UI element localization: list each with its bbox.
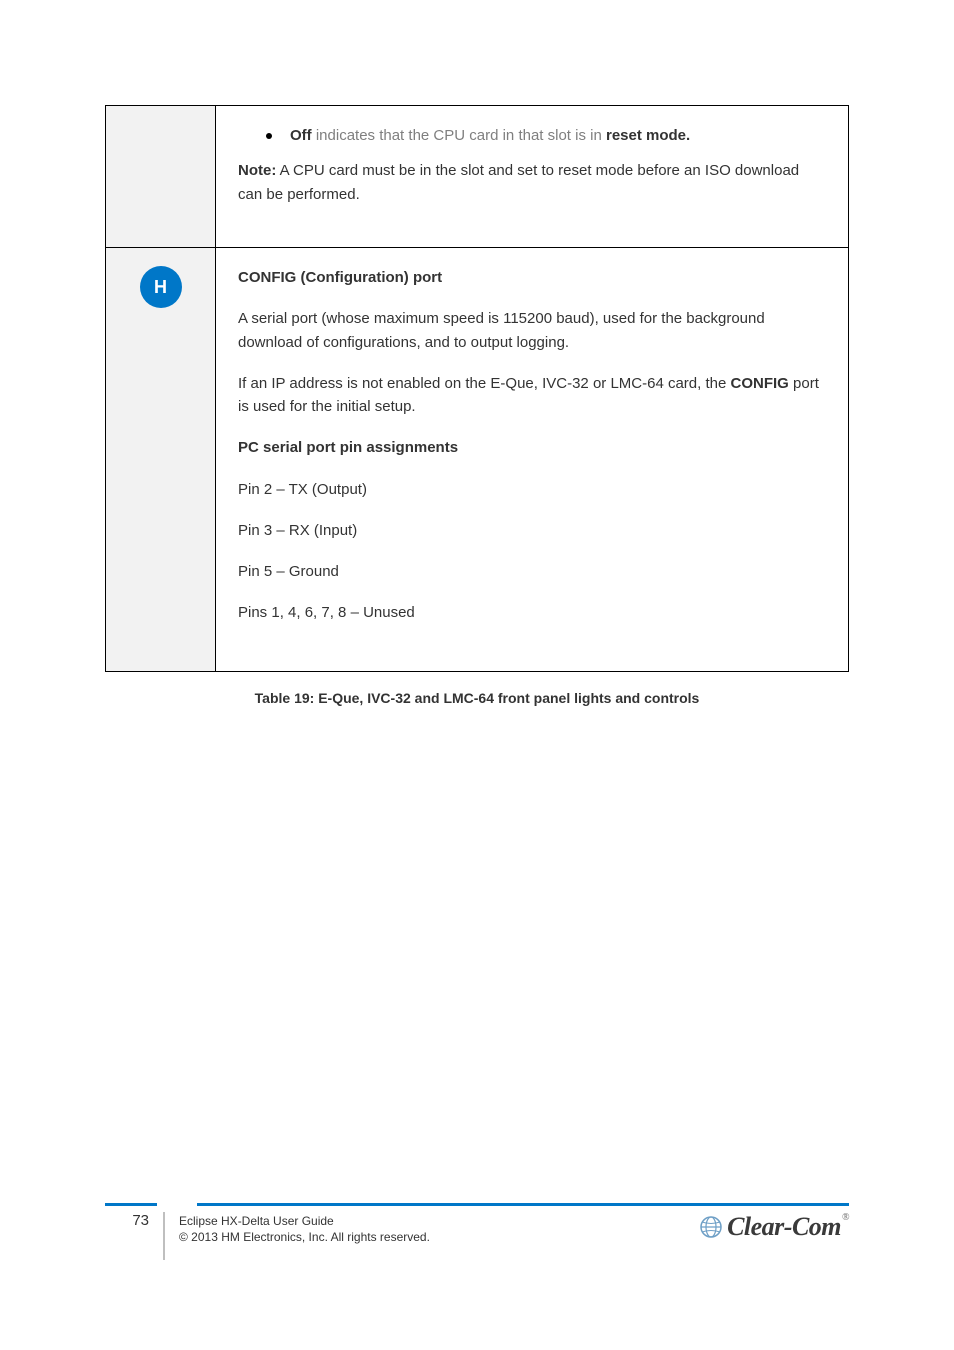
config-heading: CONFIG (Configuration) port <box>238 266 826 289</box>
bullet-dot-icon <box>266 133 272 139</box>
bullet-gray: indicates that the CPU card in that slot… <box>312 127 606 144</box>
config-p1: A serial port (whose maximum speed is 11… <box>238 307 826 354</box>
footer-rule-left <box>105 1203 157 1206</box>
footer-divider <box>163 1212 165 1260</box>
p2-pre: If an IP address is not enabled on the E… <box>238 375 731 392</box>
registered-mark-icon: ® <box>842 1212 849 1223</box>
footer-line1: Eclipse HX-Delta User Guide <box>179 1214 334 1228</box>
logo-wordmark: Clear-Com® <box>727 1212 849 1242</box>
note-text: A CPU card must be in the slot and set t… <box>238 162 799 202</box>
pin5-line: Pin 5 – Ground <box>238 560 826 583</box>
bullet-text: Off indicates that the CPU card in that … <box>290 124 826 147</box>
footer-credits: Eclipse HX-Delta User Guide © 2013 HM El… <box>179 1212 699 1245</box>
note-label: Note: <box>238 162 276 179</box>
footer-line2: © 2013 HM Electronics, Inc. All rights r… <box>179 1230 430 1244</box>
pin-subheading: PC serial port pin assignments <box>238 436 826 459</box>
row1-right-cell: Off indicates that the CPU card in that … <box>216 106 849 248</box>
pins-other-line: Pins 1, 4, 6, 7, 8 – Unused <box>238 601 826 624</box>
page-number: 73 <box>105 1212 157 1229</box>
footer-rule <box>105 1203 849 1206</box>
bullet-bold-off: Off <box>290 127 312 144</box>
note-line: Note: A CPU card must be in the slot and… <box>238 159 826 206</box>
table-caption: Table 19: E-Que, IVC-32 and LMC-64 front… <box>105 690 849 706</box>
logo-globe-icon <box>699 1215 723 1239</box>
pin2-line: Pin 2 – TX (Output) <box>238 478 826 501</box>
marker-circle-h: H <box>140 266 182 308</box>
row2-left-cell: H <box>106 248 216 672</box>
spec-table: Off indicates that the CPU card in that … <box>105 105 849 672</box>
page-footer: 73 Eclipse HX-Delta User Guide © 2013 HM… <box>105 1203 849 1260</box>
config-p2: If an IP address is not enabled on the E… <box>238 372 826 419</box>
p2-bold: CONFIG <box>731 375 789 392</box>
bullet-item: Off indicates that the CPU card in that … <box>238 124 826 147</box>
footer-rule-right <box>197 1203 849 1206</box>
row1-left-cell <box>106 106 216 248</box>
bullet-bold-reset: reset mode. <box>606 127 690 144</box>
row2-right-cell: CONFIG (Configuration) port A serial por… <box>216 248 849 672</box>
pin3-line: Pin 3 – RX (Input) <box>238 519 826 542</box>
brand-logo: Clear-Com® <box>699 1212 849 1242</box>
